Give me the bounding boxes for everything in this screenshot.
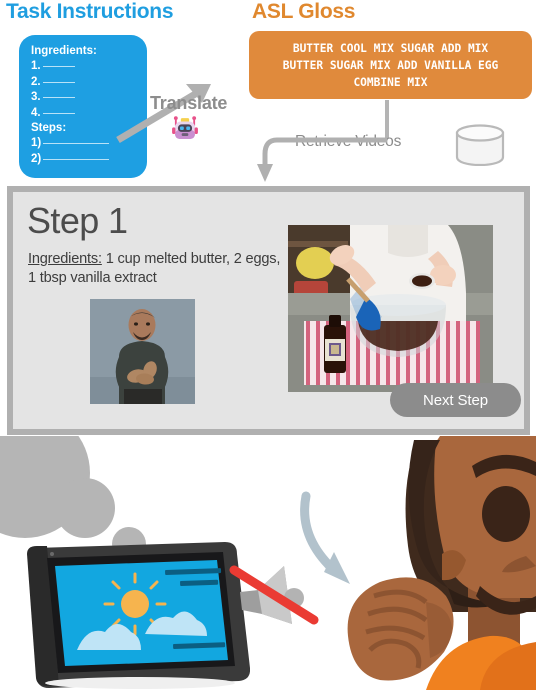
cooking-demo-video[interactable] [288, 225, 493, 392]
step-number: 1) [31, 137, 42, 150]
ingredient-row: 3. [31, 90, 109, 105]
step-row: 2) [31, 152, 110, 167]
blank-line [42, 112, 75, 114]
ingredient-number: 3. [31, 91, 41, 104]
asl-gloss-heading: ASL Gloss [252, 0, 356, 23]
step-title: Step 1 [27, 200, 128, 241]
blank-line [42, 97, 75, 99]
curved-arrow-down-icon [300, 491, 350, 584]
ingredient-number: 1. [31, 60, 41, 73]
robot-icon [170, 114, 200, 149]
asl-gloss-box: BUTTER COOL MIX SUGAR ADD MIX BUTTER SUG… [249, 31, 532, 99]
blank-line [43, 143, 110, 145]
tablet-device[interactable] [25, 540, 251, 690]
step-ingredients-text: Ingredients: 1 cup melted butter, 2 eggs… [28, 250, 290, 287]
next-step-button[interactable]: Next Step [390, 383, 521, 417]
blank-line [43, 158, 110, 160]
instruction-card-lines: Ingredients: 1. 2. 3. 4. Steps: 1) 2) [31, 44, 110, 167]
task-instructions-heading: Task Instructions [6, 0, 174, 23]
database-cylinder-icon [455, 124, 505, 166]
arrow-down-left-icon [257, 137, 387, 182]
blank-line [42, 66, 75, 68]
translate-label: Translate [150, 93, 228, 113]
asl-signer-video[interactable] [90, 299, 195, 404]
ingredients-label: Ingredients: [28, 251, 102, 267]
thought-bubble-medium [55, 478, 115, 538]
blank-line [42, 81, 75, 83]
ingredient-number: 2. [31, 75, 41, 88]
diagram-canvas: Task Instructions ASL Gloss Ingredients:… [0, 0, 536, 690]
step-number: 2) [31, 152, 42, 165]
ingredient-row: 4. [31, 106, 109, 121]
ingredient-row: 2. [31, 75, 109, 90]
step-row: 1) [31, 136, 110, 151]
ingredient-number: 4. [31, 106, 41, 119]
asl-gloss-text: BUTTER COOL MIX SUGAR ADD MIX BUTTER SUG… [282, 41, 499, 89]
ingredients-label: Ingredients: [31, 45, 97, 57]
ingredient-row: 1. [31, 59, 109, 74]
steps-label: Steps: [31, 122, 67, 135]
